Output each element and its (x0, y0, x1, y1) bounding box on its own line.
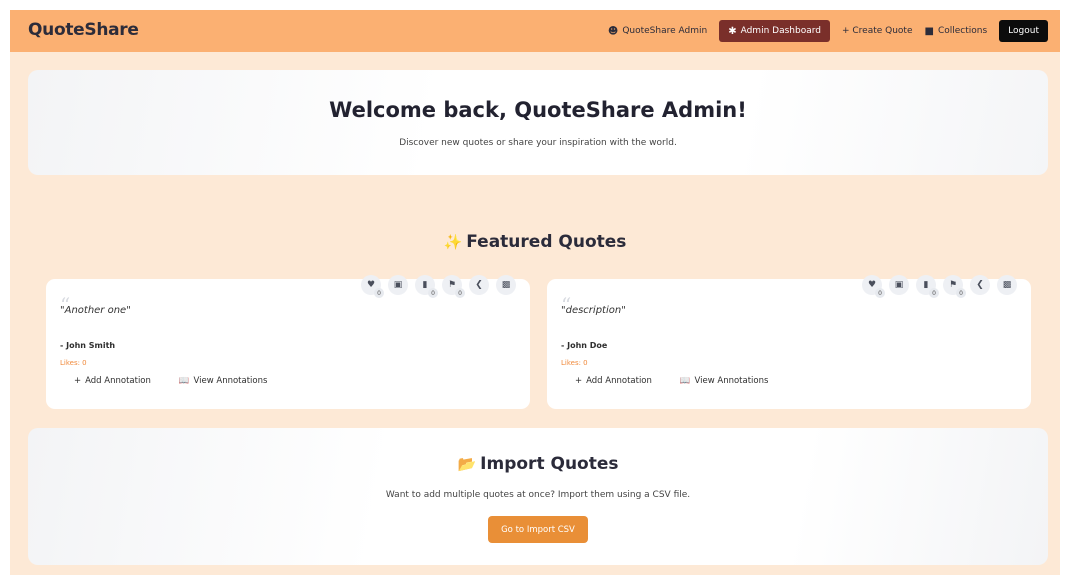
collections-label: Collections (937, 26, 988, 36)
quote-action-bar: ♥ 0 ▣ ▮ 0 ⚑ 0 ❮ ▩ (361, 275, 516, 298)
featured-heading: ✨ Featured Quotes (10, 232, 1060, 252)
add-to-collection-button[interactable]: ▣ (889, 275, 909, 295)
quote-author: - John Smith (60, 341, 116, 350)
app-frame: QuoteShare ☻ QuoteShare Admin ✱ Admin Da… (10, 10, 1060, 575)
flag-button[interactable]: ⚑ 0 (943, 275, 966, 298)
welcome-heading: Welcome back, QuoteShare Admin! (329, 98, 747, 122)
wrench-icon: ✱ (728, 25, 737, 37)
quote-card: ♥ 0 ▣ ▮ 0 ⚑ 0 ❮ ▩ “ "Another one" - John Sm… (46, 275, 530, 409)
trash-icon: ▩ (1002, 280, 1012, 290)
admin-dashboard-label: Admin Dashboard (740, 26, 821, 36)
folder-plus-icon: ▣ (393, 280, 403, 290)
open-folder-icon: 📂 (457, 455, 477, 473)
import-csv-button[interactable]: Go to Import CSV (488, 516, 588, 543)
quote-author: - John Doe (561, 341, 608, 350)
book-open-icon: 📖 (679, 376, 691, 386)
create-quote-label: + Create Quote (841, 26, 913, 36)
add-annotation-button[interactable]: + Add Annotation (74, 376, 151, 386)
import-subtext: Want to add multiple quotes at once? Imp… (385, 490, 691, 500)
like-count: 0 (374, 288, 384, 298)
featured-heading-label: Featured Quotes (466, 232, 627, 252)
plus-icon: + (575, 376, 583, 386)
brand-logo[interactable]: QuoteShare (28, 20, 139, 40)
admin-profile-label: QuoteShare Admin (622, 26, 708, 36)
import-card: 📂 Import Quotes Want to add multiple quot… (28, 428, 1048, 565)
logout-button[interactable]: Logout (999, 20, 1048, 42)
folder-icon: ■ (924, 25, 934, 37)
welcome-card: Welcome back, QuoteShare Admin! Discover… (28, 70, 1048, 175)
add-annotation-label: Add Annotation (586, 376, 652, 386)
plus-icon: + (74, 376, 82, 386)
view-annotations-button[interactable]: 📖 View Annotations (680, 376, 769, 386)
dizzy-star-icon: ✨ (443, 233, 463, 251)
share-icon: ❮ (976, 280, 984, 290)
flag-icon: ⚑ (948, 280, 958, 290)
admin-dashboard-button[interactable]: ✱ Admin Dashboard (719, 20, 830, 42)
view-annotations-label: View Annotations (694, 376, 769, 386)
quote-card: ♥ 0 ▣ ▮ 0 ⚑ 0 ❮ ▩ “ "description" - John Do… (547, 275, 1031, 409)
view-annotations-button[interactable]: 📖 View Annotations (179, 376, 268, 386)
bookmark-icon: ▮ (422, 280, 428, 290)
welcome-subtext: Discover new quotes or share your inspir… (399, 138, 677, 148)
collections-link[interactable]: ■ Collections (919, 20, 994, 42)
view-annotations-label: View Annotations (193, 376, 268, 386)
bookmark-count: 0 (929, 288, 939, 298)
admin-profile-link[interactable]: ☻ QuoteShare Admin (602, 20, 713, 42)
annotation-actions: + Add Annotation 📖 View Annotations (575, 376, 768, 386)
share-icon: ❮ (475, 280, 483, 290)
quote-likes: Likes: 0 (561, 359, 588, 367)
share-button[interactable]: ❮ (970, 275, 990, 295)
create-quote-link[interactable]: + Create Quote (836, 20, 919, 42)
flag-count: 0 (455, 288, 465, 298)
user-circle-icon: ☻ (607, 25, 619, 37)
flag-count: 0 (956, 288, 966, 298)
quote-text: "description" (561, 305, 626, 316)
trash-icon: ▩ (501, 280, 511, 290)
share-button[interactable]: ❮ (469, 275, 489, 295)
add-to-collection-button[interactable]: ▣ (388, 275, 408, 295)
import-heading: 📂 Import Quotes (28, 454, 1048, 474)
nav-links: ☻ QuoteShare Admin ✱ Admin Dashboard + C… (602, 19, 1048, 43)
bookmark-button[interactable]: ▮ 0 (415, 275, 438, 298)
delete-button[interactable]: ▩ (496, 275, 516, 295)
folder-plus-icon: ▣ (894, 280, 904, 290)
book-open-icon: 📖 (178, 376, 190, 386)
import-heading-label: Import Quotes (480, 454, 619, 474)
like-button[interactable]: ♥ 0 (361, 275, 384, 298)
bookmark-count: 0 (428, 288, 438, 298)
add-annotation-label: Add Annotation (85, 376, 151, 386)
like-button[interactable]: ♥ 0 (862, 275, 885, 298)
like-count: 0 (875, 288, 885, 298)
navbar: QuoteShare ☻ QuoteShare Admin ✱ Admin Da… (10, 10, 1060, 52)
quote-text: "Another one" (60, 305, 131, 316)
add-annotation-button[interactable]: + Add Annotation (575, 376, 652, 386)
bookmark-button[interactable]: ▮ 0 (916, 275, 939, 298)
bookmark-icon: ▮ (923, 280, 929, 290)
heart-icon: ♥ (867, 280, 877, 290)
flag-icon: ⚑ (447, 280, 457, 290)
flag-button[interactable]: ⚑ 0 (442, 275, 465, 298)
delete-button[interactable]: ▩ (997, 275, 1017, 295)
heart-icon: ♥ (366, 280, 376, 290)
annotation-actions: + Add Annotation 📖 View Annotations (74, 376, 267, 386)
quote-action-bar: ♥ 0 ▣ ▮ 0 ⚑ 0 ❮ ▩ (862, 275, 1017, 298)
quote-likes: Likes: 0 (60, 359, 87, 367)
